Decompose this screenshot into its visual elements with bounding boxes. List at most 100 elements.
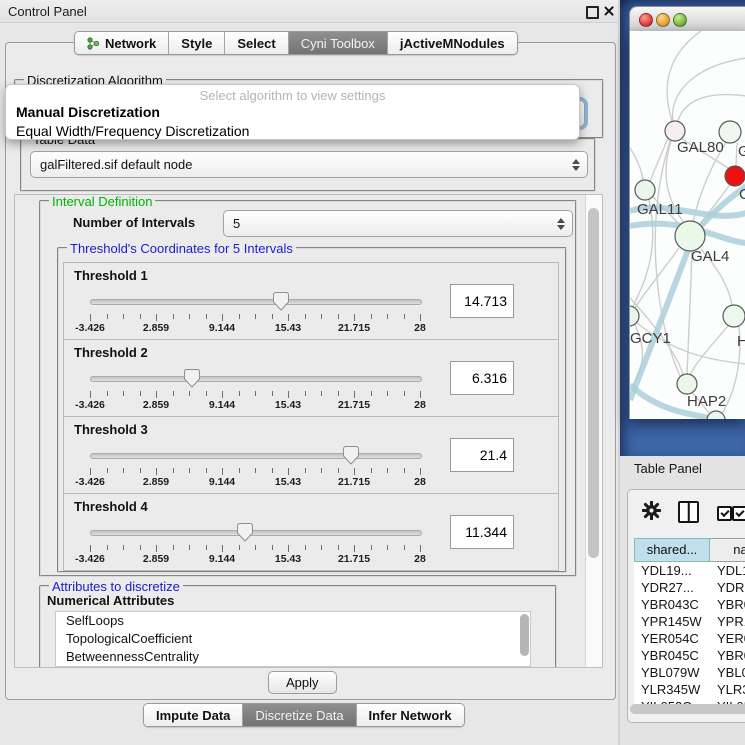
table-column-header-shared-[interactable]: shared... — [634, 538, 710, 562]
column-layout-icon[interactable] — [678, 501, 699, 523]
tab-impute-data[interactable]: Impute Data — [144, 704, 243, 726]
list-item-topologicalcoefficient[interactable]: TopologicalCoefficient — [56, 630, 530, 648]
slider-tick — [140, 391, 141, 396]
settings-gear-icon[interactable] — [642, 501, 661, 520]
network-node-gal4[interactable] — [675, 221, 705, 251]
checkbox-checked-icon[interactable] — [732, 506, 745, 521]
slider-tick — [156, 545, 157, 552]
network-canvas[interactable]: GAL80GACGAL11GAL4GCY1HHAP2 — [629, 31, 745, 419]
threshold-label: Threshold 3 — [74, 422, 148, 437]
table-row[interactable]: YBR045CYBR045C — [634, 647, 745, 664]
table-cell[interactable]: YPR145W — [634, 613, 710, 630]
slider-tick — [239, 314, 240, 319]
threshold-value-field[interactable]: 21.4 — [450, 438, 514, 472]
table-row[interactable]: YBR043CYBR043C — [634, 596, 745, 613]
table-cell[interactable]: YER054C — [710, 630, 745, 647]
slider-tick-label: 9.144 — [209, 399, 235, 411]
table-column-header-name[interactable]: name — [710, 538, 745, 562]
list-item-betweennesscentrality[interactable]: BetweennessCentrality — [56, 648, 530, 666]
network-node-gal80[interactable] — [665, 121, 685, 141]
slider-tick — [404, 391, 405, 396]
slider-track[interactable] — [90, 376, 422, 382]
table-cell[interactable]: YDL19... — [634, 562, 710, 579]
table-data-combo[interactable]: galFiltered.sif default node — [30, 151, 588, 178]
slider-track[interactable] — [90, 453, 422, 459]
table-cell[interactable]: YBR043C — [634, 596, 710, 613]
table-row[interactable]: YDR27...YDR27... — [634, 579, 745, 596]
list-scrollbar-thumb[interactable] — [520, 614, 529, 656]
bottom-tab-bar: Impute DataDiscretize DataInfer Network — [143, 703, 465, 727]
table-data-combo-value: galFiltered.sif default node — [40, 157, 192, 172]
network-node-h[interactable] — [723, 305, 745, 327]
table-cell[interactable]: YPR145W — [710, 613, 745, 630]
algorithm-option-manual-discretization[interactable]: Manual Discretization — [6, 103, 579, 122]
network-edge[interactable] — [736, 143, 737, 166]
table-cell[interactable]: YLR345W — [710, 681, 745, 698]
checkbox-checked-icon[interactable] — [717, 506, 732, 521]
zoom-traffic-light-icon[interactable] — [673, 13, 687, 27]
slider-tick — [173, 545, 174, 550]
network-node-ga[interactable] — [719, 121, 741, 143]
network-node-hap2[interactable] — [677, 374, 697, 394]
tab-cyni-toolbox[interactable]: Cyni Toolbox — [289, 32, 388, 54]
table-cell[interactable]: YDR27... — [634, 579, 710, 596]
slider-tick-label: 28 — [414, 322, 426, 334]
tab-select[interactable]: Select — [225, 32, 288, 54]
slider-tick — [206, 314, 207, 319]
network-window-titlebar[interactable] — [629, 6, 745, 33]
algorithm-option-equal-width-frequency-discretization[interactable]: Equal Width/Frequency Discretization — [6, 122, 579, 140]
tab-jactivemnodules[interactable]: jActiveMNodules — [388, 32, 517, 54]
horizontal-scrollbar-thumb[interactable] — [630, 704, 745, 714]
table-row[interactable]: YLR345WYLR345W — [634, 681, 745, 698]
table-row[interactable]: YBL079WYBL079W — [634, 664, 745, 681]
slider-thumb[interactable] — [184, 369, 200, 388]
table-row[interactable]: YER054CYER054C — [634, 630, 745, 647]
slider-thumb[interactable] — [273, 292, 289, 311]
slider-track[interactable] — [90, 299, 422, 305]
table-cell[interactable]: YDL19... — [710, 562, 745, 579]
table-cell[interactable]: YER054C — [634, 630, 710, 647]
network-edge[interactable] — [687, 251, 692, 374]
network-edge[interactable] — [690, 326, 728, 375]
vertical-scrollbar-thumb[interactable] — [588, 208, 599, 558]
threshold-label: Threshold 4 — [74, 499, 148, 514]
slider-tick — [272, 314, 273, 319]
network-edge[interactable] — [678, 95, 745, 121]
network-node-label: H — [737, 333, 745, 350]
table-cell[interactable]: YBR045C — [634, 647, 710, 664]
table-row[interactable]: YPR145WYPR145W — [634, 613, 745, 630]
threshold-value-field[interactable]: 11.344 — [450, 515, 514, 549]
apply-button[interactable]: Apply — [268, 671, 337, 694]
table-cell[interactable]: YLR345W — [634, 681, 710, 698]
float-window-icon[interactable] — [586, 6, 599, 19]
slider-thumb[interactable] — [237, 523, 253, 542]
vertical-scrollbar-track[interactable] — [585, 195, 602, 667]
table-cell[interactable]: YBR045C — [710, 647, 745, 664]
network-edge[interactable] — [630, 148, 643, 180]
slider-track[interactable] — [90, 530, 422, 536]
table-cell[interactable]: YBL079W — [634, 664, 710, 681]
table-row[interactable]: YDL19...YDL19... — [634, 562, 745, 579]
table-cell[interactable]: YDR27... — [710, 579, 745, 596]
table-cell[interactable]: YBL079W — [710, 664, 745, 681]
list-item-selfloops[interactable]: SelfLoops — [56, 612, 530, 630]
tab-discretize-data[interactable]: Discretize Data — [243, 704, 356, 726]
slider-tick — [123, 314, 124, 319]
slider-tick — [255, 468, 256, 473]
slider-thumb[interactable] — [343, 446, 359, 465]
threshold-value-field[interactable]: 6.316 — [450, 361, 514, 395]
network-edge[interactable] — [673, 58, 745, 121]
minimize-traffic-light-icon[interactable] — [656, 13, 670, 27]
table-cell[interactable]: YBR043C — [710, 596, 745, 613]
network-node-gal11[interactable] — [635, 180, 655, 200]
tab-style[interactable]: Style — [169, 32, 225, 54]
number-of-intervals-combo[interactable]: 5 — [223, 210, 573, 237]
tab-network[interactable]: Network — [75, 32, 169, 54]
network-node-c[interactable] — [725, 166, 745, 186]
tab-infer-network[interactable]: Infer Network — [357, 704, 464, 726]
close-icon[interactable] — [603, 5, 615, 17]
threshold-value-field[interactable]: 14.713 — [450, 284, 514, 318]
slider-tick — [354, 468, 355, 475]
close-traffic-light-icon[interactable] — [639, 13, 653, 27]
slider-tick — [90, 468, 91, 475]
